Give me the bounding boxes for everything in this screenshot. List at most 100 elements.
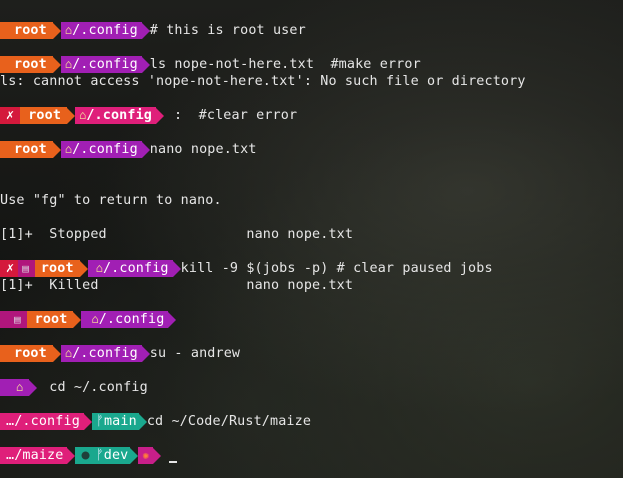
error-segment: ✗ bbox=[0, 107, 21, 124]
segment-separator bbox=[83, 413, 92, 430]
output-text: ls: cannot access 'nope-not-here.txt': N… bbox=[0, 74, 526, 89]
house-icon: ⌂ bbox=[95, 261, 103, 275]
command-text: kill -9 $(jobs -p) # clear paused jobs bbox=[180, 261, 493, 276]
prompt-path: /.config bbox=[86, 108, 153, 123]
prompt-line: ⌂ cd ~/.config bbox=[0, 379, 148, 396]
segment-separator bbox=[67, 447, 76, 464]
job-segment: ▤ bbox=[0, 311, 27, 328]
prompt-user: root bbox=[28, 108, 62, 123]
path-segment: ⌂ bbox=[0, 379, 30, 396]
segment-separator bbox=[73, 311, 82, 328]
segment-separator bbox=[141, 22, 150, 39]
output-text: Use "fg" to return to nano. bbox=[0, 193, 222, 208]
prompt-path: /.config bbox=[72, 142, 138, 157]
segment-separator bbox=[141, 56, 150, 73]
command-text: su - andrew bbox=[149, 346, 241, 361]
command-text: nano nope.txt bbox=[149, 142, 257, 157]
segment-separator bbox=[29, 379, 38, 396]
prompt-line: ✗ ▤ root ⌂/.config kill -9 $(jobs -p) # … bbox=[0, 260, 493, 277]
output-text: [1]+ Killed nano nope.txt bbox=[0, 278, 354, 293]
git-branch-name: main bbox=[103, 414, 137, 429]
path-segment: ⌂/.config bbox=[81, 311, 169, 328]
house-icon: ⌂ bbox=[91, 312, 99, 326]
segment-separator bbox=[153, 447, 162, 464]
prompt-line: root ⌂/.config su - andrew bbox=[0, 345, 240, 362]
git-segment: ● ᚠ dev bbox=[75, 447, 131, 464]
output-line: Use "fg" to return to nano. bbox=[0, 192, 222, 209]
clipboard-icon: ▤ bbox=[14, 313, 21, 326]
user-segment: root bbox=[0, 56, 53, 73]
user-segment: root bbox=[20, 107, 68, 124]
segment-separator bbox=[130, 447, 139, 464]
prompt-user: root bbox=[14, 346, 47, 361]
git-branch-icon: ᚠ bbox=[95, 448, 104, 463]
segment-separator bbox=[52, 22, 61, 39]
error-segment: ✗ bbox=[0, 260, 19, 277]
segment-separator bbox=[52, 141, 61, 158]
command-text: : #clear error bbox=[174, 108, 298, 123]
user-segment: root bbox=[0, 22, 53, 39]
terminal-window[interactable]: root ⌂/.config # this is root user root … bbox=[0, 0, 623, 478]
job-segment: ▤ bbox=[18, 260, 35, 277]
segment-separator bbox=[172, 260, 181, 277]
output-line: [1]+ Killed nano nope.txt bbox=[0, 277, 353, 294]
prompt-line: root ⌂/.config # this is root user bbox=[0, 22, 306, 39]
path-segment: ⌂/.config bbox=[75, 107, 157, 124]
command-text: cd ~/Code/Rust/maize bbox=[146, 414, 312, 429]
dirty-indicator-icon: ● bbox=[81, 448, 90, 463]
house-icon: ⌂ bbox=[64, 142, 73, 156]
prompt-line: …/.config ᚠ main cd ~/Code/Rust/maize bbox=[0, 413, 311, 430]
prompt-line: …/maize ● ᚠ dev ✺ bbox=[0, 447, 178, 464]
segment-separator bbox=[156, 107, 165, 124]
rust-segment: ✺ bbox=[138, 447, 154, 464]
prompt-path: …/maize bbox=[6, 448, 64, 463]
git-segment: ᚠ main bbox=[91, 413, 139, 430]
path-segment: ⌂/.config bbox=[60, 345, 142, 362]
output-line: ls: cannot access 'nope-not-here.txt': N… bbox=[0, 73, 526, 90]
user-segment: root bbox=[26, 311, 74, 328]
segment-separator bbox=[141, 345, 150, 362]
path-segment: ⌂/.config bbox=[87, 260, 173, 277]
prompt-user: root bbox=[34, 312, 68, 327]
clipboard-icon: ▤ bbox=[22, 262, 29, 275]
house-icon: ⌂ bbox=[64, 57, 73, 71]
prompt-path: …/.config bbox=[6, 414, 80, 429]
house-icon: ⌂ bbox=[64, 346, 73, 360]
prompt-path: /.config bbox=[72, 346, 138, 361]
house-icon: ⌂ bbox=[79, 108, 87, 122]
command-text: ls nope-not-here.txt #make error bbox=[149, 57, 421, 72]
prompt-path: /.config bbox=[72, 23, 138, 38]
git-branch-icon: ᚠ bbox=[95, 414, 104, 429]
terminal-cursor[interactable] bbox=[169, 460, 178, 463]
prompt-path: /.config bbox=[102, 261, 169, 276]
segment-separator bbox=[141, 141, 150, 158]
segment-separator bbox=[138, 413, 147, 430]
user-segment: root bbox=[0, 141, 53, 158]
segment-separator bbox=[52, 345, 61, 362]
path-segment: ⌂/.config bbox=[60, 56, 142, 73]
segment-separator bbox=[52, 56, 61, 73]
output-text: [1]+ Stopped nano nope.txt bbox=[0, 227, 354, 242]
error-mark-icon: ✗ bbox=[6, 108, 15, 123]
segment-separator bbox=[79, 260, 88, 277]
prompt-path: /.config bbox=[98, 312, 165, 327]
house-icon: ⌂ bbox=[16, 380, 24, 394]
crab-icon: ✺ bbox=[142, 449, 150, 462]
path-segment: ⌂/.config bbox=[60, 141, 142, 158]
user-segment: root bbox=[34, 260, 80, 277]
git-branch-name: dev bbox=[103, 448, 129, 463]
error-mark-icon: ✗ bbox=[6, 261, 15, 276]
path-segment: …/maize bbox=[0, 447, 68, 464]
path-segment: ⌂/.config bbox=[60, 22, 142, 39]
prompt-line: ✗ root ⌂/.config : #clear error bbox=[0, 107, 297, 124]
prompt-user: root bbox=[14, 57, 47, 72]
prompt-user: root bbox=[14, 23, 47, 38]
segment-separator bbox=[67, 107, 76, 124]
prompt-user: root bbox=[40, 261, 74, 276]
command-text: cd ~/.config bbox=[49, 380, 148, 395]
prompt-user: root bbox=[14, 142, 47, 157]
house-icon: ⌂ bbox=[64, 23, 73, 37]
user-segment: root bbox=[0, 345, 53, 362]
path-segment: …/.config bbox=[0, 413, 84, 430]
output-line: [1]+ Stopped nano nope.txt bbox=[0, 226, 353, 243]
